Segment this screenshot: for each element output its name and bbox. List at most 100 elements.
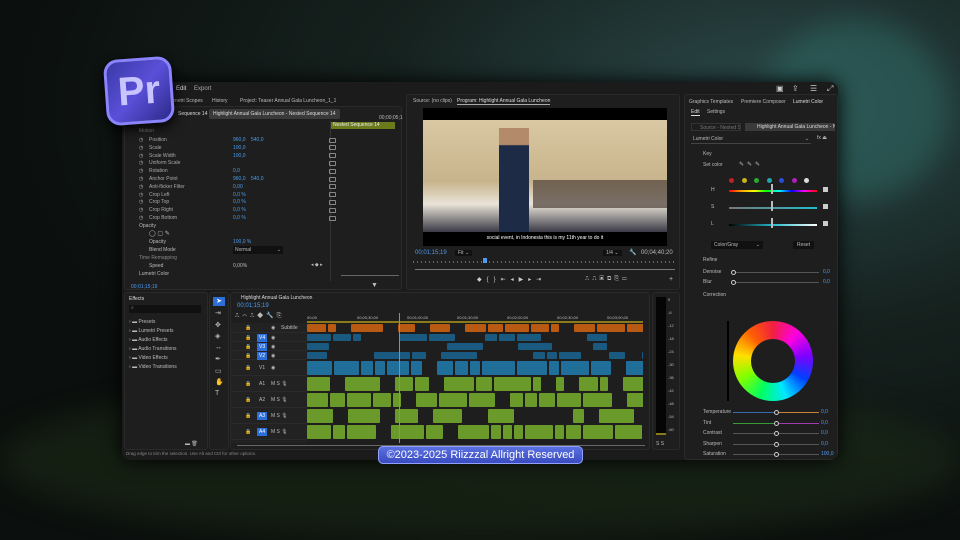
stopwatch-icon[interactable]: ◷ (139, 199, 143, 205)
menu-export[interactable]: Export (194, 86, 211, 92)
subtitle-clip[interactable] (531, 324, 549, 332)
selection-tool-icon[interactable]: ➤ (213, 297, 225, 306)
track-label[interactable]: V4 (257, 333, 268, 342)
workspace-icon[interactable]: ▣ (776, 84, 784, 93)
correction-value[interactable]: 100,0 (821, 451, 834, 457)
audio-clip[interactable] (599, 409, 634, 423)
fx-icon[interactable]: fx ⏏ (817, 135, 827, 141)
program-zoom-bar[interactable] (415, 269, 675, 270)
denoise-slider[interactable] (731, 270, 819, 275)
subtitle-clip[interactable] (627, 324, 643, 332)
video-clip[interactable] (334, 361, 359, 375)
video-clip[interactable] (533, 352, 545, 359)
clip-button[interactable]: Highlight Annual Gala Luncheon - Nest... (745, 123, 835, 131)
stopwatch-icon[interactable]: ◷ (139, 176, 143, 182)
hsl-handle[interactable] (771, 218, 773, 228)
audio-clip[interactable] (433, 409, 462, 423)
lock-icon[interactable]: 🔒 (245, 325, 251, 331)
video-clip[interactable] (307, 352, 327, 359)
audio-clip[interactable] (426, 425, 443, 439)
audio-clip[interactable] (491, 425, 501, 439)
video-clip[interactable] (455, 361, 468, 375)
audio-clip[interactable] (395, 377, 413, 391)
video-clip[interactable] (559, 352, 581, 359)
blur-value[interactable]: 0,0 (823, 279, 830, 285)
share-icon[interactable]: ⇪ (792, 84, 799, 93)
reset-icon[interactable] (329, 137, 336, 143)
eye-icon[interactable]: ◉ (271, 365, 275, 371)
track-header-subtitle[interactable]: 🔒 Subtitle ◉ (231, 323, 307, 333)
section-correction[interactable]: Correction (703, 292, 726, 298)
stopwatch-icon[interactable]: ◷ (139, 137, 143, 143)
color-swatch[interactable] (754, 178, 759, 183)
track-label[interactable]: V1 (257, 364, 267, 372)
effect-select[interactable]: Lumetri Color ⌄ (691, 135, 811, 144)
stopwatch-icon[interactable]: ◷ (139, 184, 143, 190)
effects-search-input[interactable]: ⌕ (129, 305, 201, 313)
color-swatch[interactable] (729, 178, 734, 183)
source-sequence-tab[interactable]: Sequence 14 (178, 111, 207, 117)
video-clip[interactable] (518, 343, 552, 350)
track-header-a1[interactable]: 🔒 A1 M S 🎙 (231, 376, 307, 392)
audio-clip[interactable] (525, 393, 537, 407)
add-button-icon[interactable]: + (669, 276, 673, 283)
new-bin-icon[interactable]: ▬ 🗑 (185, 441, 198, 447)
audio-clip[interactable] (539, 393, 555, 407)
track-header-a2[interactable]: 🔒 A2 M S 🎙 (231, 392, 307, 408)
audio-clip[interactable] (503, 425, 512, 439)
hsl-handle[interactable] (771, 184, 773, 194)
tab-premiere-composer[interactable]: Premiere Composer (741, 99, 786, 105)
video-clip[interactable] (642, 352, 643, 359)
effects-folder[interactable]: › ▬ Video Transitions (129, 364, 177, 370)
audio-clip[interactable] (415, 377, 429, 391)
track-header-v1[interactable]: 🔒 V1 ◉ (231, 360, 307, 376)
video-clip[interactable] (429, 334, 455, 341)
track-label[interactable]: A2 (257, 396, 267, 404)
playback-controls[interactable]: ◆{}⇤◂▶▸⇥ (477, 276, 546, 283)
property-value-2[interactable]: 540,0 (251, 176, 264, 182)
lock-icon[interactable]: 🔒 (245, 353, 251, 359)
stopwatch-icon[interactable]: ◷ (139, 168, 143, 174)
tab-lumetri-color[interactable]: Lumetri Color (793, 99, 823, 105)
correction-slider[interactable] (733, 420, 819, 426)
eye-icon[interactable]: ◉ (271, 335, 275, 341)
eye-icon[interactable]: ◉ (271, 325, 275, 331)
type-tool-icon[interactable]: T (215, 390, 219, 397)
playhead-marker[interactable] (483, 258, 487, 263)
mic-icon[interactable]: M S 🎙 (271, 413, 288, 419)
reset-icon[interactable] (329, 199, 336, 205)
keyframe-nav[interactable]: ◂ ◆ ▸ (311, 262, 323, 268)
track-header-a4[interactable]: 🔒 A4 M S 🎙 (231, 424, 307, 440)
audio-clip[interactable] (583, 393, 612, 407)
video-clip[interactable] (387, 361, 409, 375)
menu-list-icon[interactable]: ☰ (810, 84, 817, 93)
correction-slider[interactable] (733, 410, 819, 415)
subtitle-clip[interactable] (351, 324, 383, 332)
program-timecode[interactable]: 00;01;15;19 (415, 250, 447, 256)
razor-tool-icon[interactable]: ◈ (215, 332, 220, 340)
hsl-checkbox[interactable] (823, 187, 828, 192)
video-clip[interactable] (549, 361, 559, 375)
reset-icon[interactable] (329, 168, 336, 174)
subtitle-clip[interactable] (307, 324, 326, 332)
correction-slider[interactable] (733, 441, 819, 447)
stopwatch-icon[interactable]: ◷ (139, 145, 143, 151)
hand-tool-icon[interactable]: ✋ (215, 378, 224, 386)
audio-clip[interactable] (556, 377, 564, 391)
tab-program[interactable]: Program: Highlight Annual Gala Luncheon (457, 98, 551, 105)
subtitle-clip[interactable] (398, 324, 415, 332)
audio-clip[interactable] (439, 393, 467, 407)
mic-icon[interactable]: M S 🎙 (271, 429, 288, 435)
property-value-1[interactable]: 0,0 % (233, 207, 246, 213)
audio-clip[interactable] (476, 377, 492, 391)
meter-solo[interactable]: S S (656, 441, 664, 447)
video-clip[interactable] (499, 334, 515, 341)
export-frame-icons[interactable]: ⎍⎍▣⧉⎘▭ (585, 276, 630, 283)
tab-source[interactable]: Source: (no clips) (413, 98, 452, 104)
color-swatch[interactable] (741, 178, 747, 183)
track-select-tool-icon[interactable]: ⇥ (215, 309, 221, 317)
timeline-title[interactable]: Highlight Annual Gala Luncheon (241, 295, 312, 301)
reset-icon[interactable] (329, 145, 336, 151)
reset-icon[interactable] (329, 207, 336, 213)
video-clip[interactable] (353, 334, 361, 341)
